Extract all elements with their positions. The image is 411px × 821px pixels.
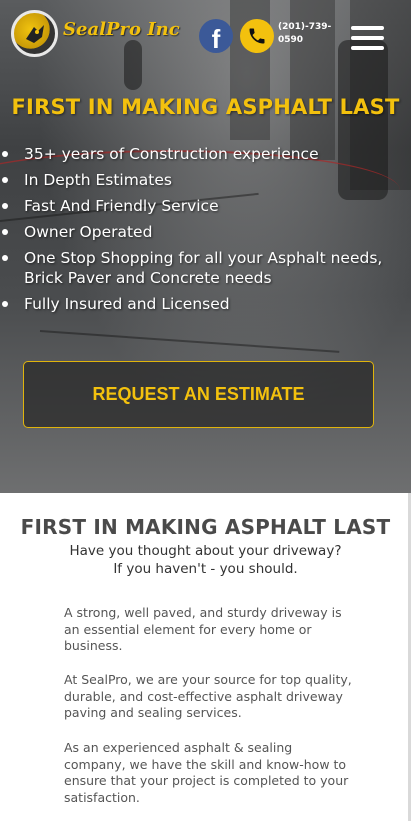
feature-item: Fully Insured and Licensed [0,294,411,314]
intro-paragraph: At SealPro, we are your source for top q… [64,672,352,720]
facebook-letter: f [211,23,221,54]
hamburger-menu-icon[interactable] [351,26,384,50]
request-estimate-button[interactable]: REQUEST AN ESTIMATE [23,361,374,428]
sealpro-logo-icon[interactable] [11,10,58,57]
feature-item: 35+ years of Construction experience [0,144,411,164]
feature-list: 35+ years of Construction experience In … [0,144,411,320]
phone-icon[interactable] [240,19,274,53]
facebook-icon[interactable]: f [199,19,233,54]
feature-item: In Depth Estimates [0,170,411,190]
feature-item: Fast And Friendly Service [0,196,411,216]
section-subtitle: Have you thought about your driveway? If… [0,542,411,578]
site-header: SealPro Inc f (201)-739-0590 [0,0,411,76]
subtitle-line: Have you thought about your driveway? [69,543,342,559]
intro-paragraph: As an experienced asphalt & sealing comp… [64,740,349,805]
feature-item: Owner Operated [0,222,411,242]
intro-paragraph: A strong, well paved, and sturdy drivewa… [64,605,342,653]
phone-number-link[interactable]: (201)-739-0590 [278,21,338,47]
background-crack [39,330,340,353]
hero-section: SealPro Inc f (201)-739-0590 FIRST IN MA… [0,0,411,493]
feature-item: One Stop Shopping for all your Asphalt n… [0,248,411,288]
subtitle-line: If you haven't - you should. [113,561,298,577]
section-title: FIRST IN MAKING ASPHALT LAST [20,515,391,539]
brand-name[interactable]: SealPro Inc [63,19,180,40]
hero-title: FIRST IN MAKING ASPHALT LAST [11,95,400,119]
